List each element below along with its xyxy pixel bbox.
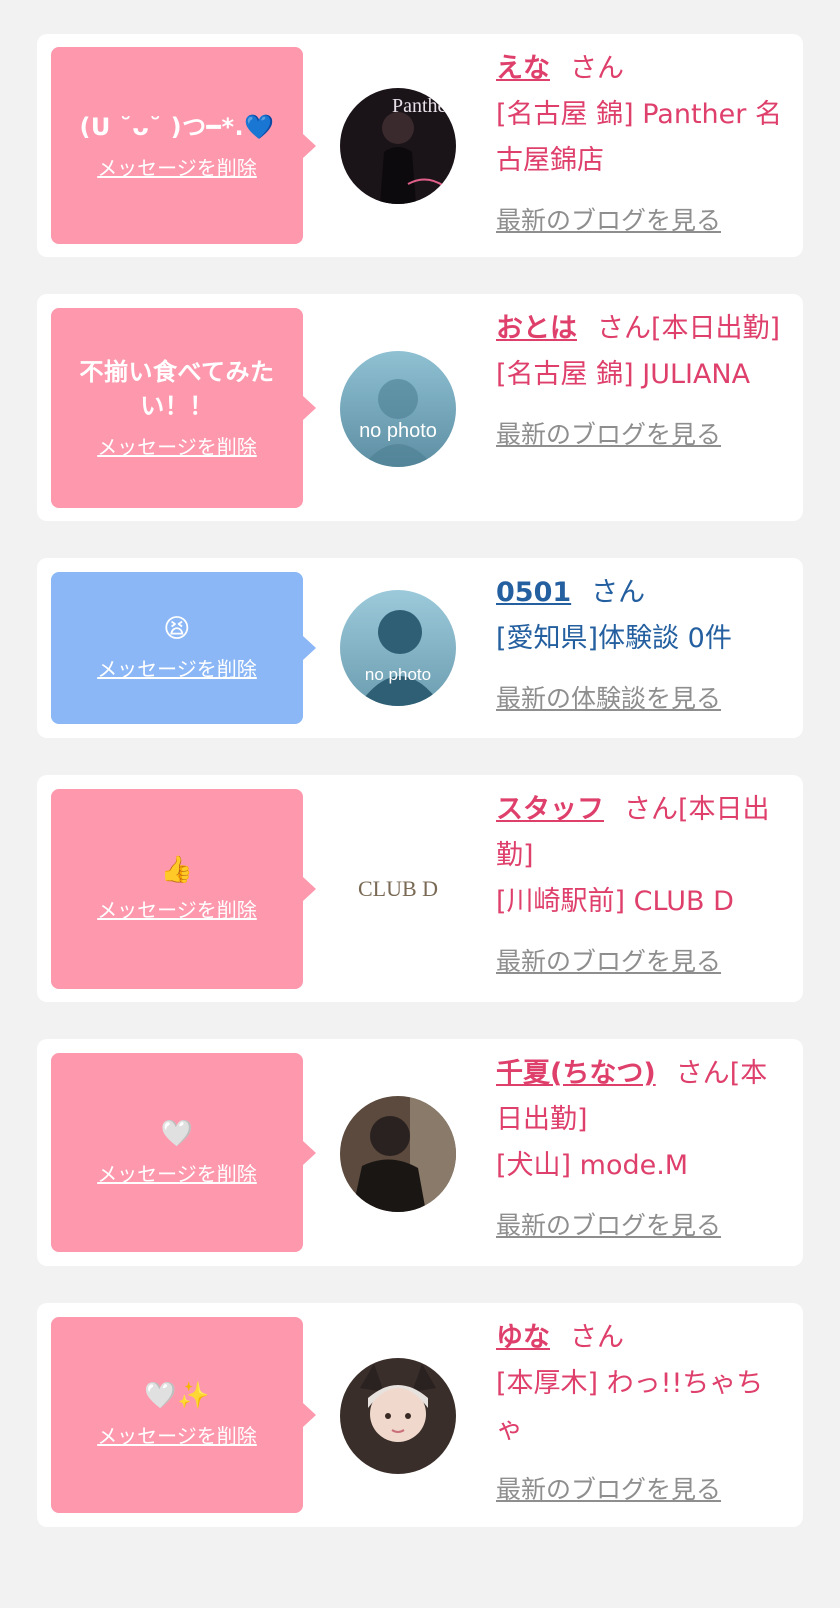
latest-blog-link[interactable]: 最新のブログを見る [496,412,790,458]
message-bubble: 😫 メッセージを削除 [51,572,316,724]
avatar-logo-text: CLUB D [358,876,438,901]
conversation-card: (U ˘ᴗ˘ )つ━*.💙 メッセージを削除 Panther えな さん [名古屋… [37,34,803,257]
user-info: 千夏(ちなつ) さん[本日出勤] [犬山] mode.M 最新のブログを見る [496,1051,790,1249]
avatar-text: Panther [392,95,453,117]
honorific: さん [570,1322,624,1353]
avatar[interactable]: no photo [340,590,456,706]
user-info: スタッフ さん[本日出勤] [川崎駅前] CLUB D 最新のブログを見る [496,787,790,985]
shop-text: [愛知県]体験談 0件 [496,623,732,654]
user-name-link[interactable]: ゆな [496,1322,550,1353]
delete-message-link[interactable]: メッセージを削除 [97,1422,257,1450]
avatar[interactable] [340,1358,456,1474]
conversation-card: 🤍✨ メッセージを削除 ゆな さん [本厚木] わっ!!ちゃちゃ 最新のブログを見… [37,1303,803,1527]
shop-text: [名古屋 錦] Panther 名古屋錦店 [496,99,782,176]
user-info: えな さん [名古屋 錦] Panther 名古屋錦店 最新のブログを見る [496,46,790,244]
message-list: (U ˘ᴗ˘ )つ━*.💙 メッセージを削除 Panther えな さん [名古屋… [0,0,840,1608]
shop-text: [名古屋 錦] JULIANA [496,359,751,390]
latest-blog-link[interactable]: 最新のブログを見る [496,198,790,244]
avatar-text: no photo [359,420,437,442]
message-text: 不揃い食べてみたい！！ [79,358,275,420]
message-text: 🤍✨ [144,1381,210,1411]
shop-text: [本厚木] わっ!!ちゃちゃ [496,1368,764,1445]
shop-text: [犬山] mode.M [496,1150,689,1181]
user-name-link[interactable]: えな [496,53,550,84]
delete-message-link[interactable]: メッセージを削除 [97,655,257,683]
user-name-link[interactable]: 0501 [496,577,571,608]
avatar[interactable] [340,1096,456,1212]
message-text: 👍 [160,855,194,885]
user-name-link[interactable]: おとは [496,313,577,344]
message-bubble: 🤍 メッセージを削除 [51,1053,316,1252]
honorific: さん [675,1058,730,1089]
shop-text: [川崎駅前] CLUB D [496,886,734,917]
message-bubble: 不揃い食べてみたい！！ メッセージを削除 [51,308,316,508]
message-text: (U ˘ᴗ˘ )つ━*.💙 [79,112,275,141]
latest-experience-link[interactable]: 最新の体験談を見る [496,676,790,722]
avatar[interactable]: no photo [340,351,456,467]
user-info: おとは さん[本日出勤] [名古屋 錦] JULIANA 最新のブログを見る [496,306,790,458]
user-name-link[interactable]: スタッフ [496,794,604,825]
delete-message-link[interactable]: メッセージを削除 [97,1160,257,1188]
latest-blog-link[interactable]: 最新のブログを見る [496,1467,790,1513]
honorific: さん [570,53,624,84]
conversation-card: 不揃い食べてみたい！！ メッセージを削除 no photo おとは さん[本日出勤… [37,294,803,521]
message-text: 😫 [163,614,191,644]
avatar[interactable]: CLUB D [340,832,456,948]
user-info: 0501 さん [愛知県]体験談 0件 最新の体験談を見る [496,570,790,722]
message-bubble: 🤍✨ メッセージを削除 [51,1317,316,1513]
delete-message-link[interactable]: メッセージを削除 [97,433,257,461]
latest-blog-link[interactable]: 最新のブログを見る [496,1203,790,1249]
message-text: 🤍 [160,1118,194,1149]
latest-blog-link[interactable]: 最新のブログを見る [496,939,790,985]
honorific: さん [597,313,651,344]
conversation-card: 😫 メッセージを削除 no photo 0501 さん [愛知県]体験談 0件 最… [37,558,803,738]
message-bubble: (U ˘ᴗ˘ )つ━*.💙 メッセージを削除 [51,47,316,244]
avatar[interactable]: Panther [340,88,456,204]
honorific: さん [591,577,646,608]
conversation-card: 🤍 メッセージを削除 千夏(ちなつ) さん[本日出勤] [犬山] mode.M 最… [37,1039,803,1266]
user-name-link[interactable]: 千夏(ちなつ) [496,1058,656,1089]
user-info: ゆな さん [本厚木] わっ!!ちゃちゃ 最新のブログを見る [496,1315,790,1513]
message-bubble: 👍 メッセージを削除 [51,789,316,989]
avatar-text: no photo [365,665,431,684]
delete-message-link[interactable]: メッセージを削除 [97,896,257,924]
honorific: さん [624,794,678,825]
conversation-card: 👍 メッセージを削除 CLUB D スタッフ さん[本日出勤] [川崎駅前] CL… [37,775,803,1002]
delete-message-link[interactable]: メッセージを削除 [97,154,257,182]
status-text: [本日出勤] [651,313,781,344]
